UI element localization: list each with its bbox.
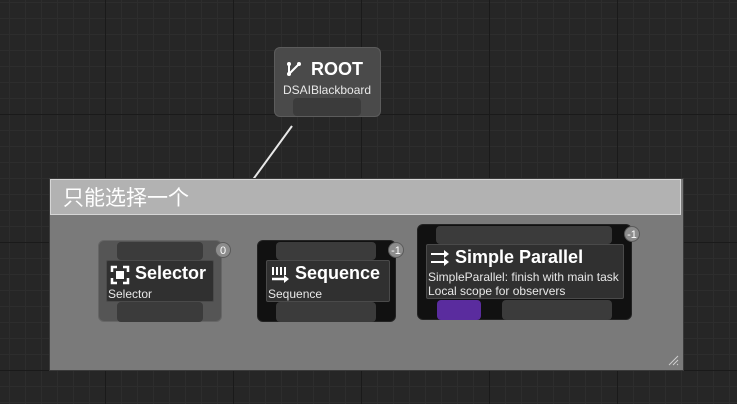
parallel-description-line1: SimpleParallel: finish with main task xyxy=(428,270,619,284)
root-node[interactable]: ROOT DSAIBlackboard xyxy=(274,47,381,117)
sequence-icon xyxy=(272,267,289,283)
parallel-execution-index-badge: -1 xyxy=(624,226,640,242)
comment-title[interactable]: 只能选择一个 xyxy=(50,179,681,215)
simple-parallel-node[interactable]: Simple Parallel SimpleParallel: finish w… xyxy=(417,224,640,320)
selector-output-pin[interactable] xyxy=(117,302,203,322)
sequence-node[interactable]: Sequence Sequence -1 xyxy=(257,240,404,322)
sequence-title: Sequence xyxy=(295,263,381,283)
selector-icon xyxy=(110,265,130,285)
parallel-title: Simple Parallel xyxy=(455,247,584,267)
parallel-description-line2: Local scope for observers xyxy=(428,284,566,298)
resize-handle-icon[interactable] xyxy=(667,354,679,366)
sequence-subtitle: Sequence xyxy=(268,287,323,301)
root-branch-icon xyxy=(287,62,301,76)
parallel-arrows-icon xyxy=(431,250,449,266)
sequence-input-pin[interactable] xyxy=(276,242,376,260)
root-subtitle: DSAIBlackboard xyxy=(283,83,372,97)
sequence-output-pin[interactable] xyxy=(276,302,376,322)
selector-title: Selector xyxy=(135,263,207,283)
selector-node[interactable]: Selector Selector 0 xyxy=(98,240,231,322)
selector-input-pin[interactable] xyxy=(117,242,203,260)
root-output-pin[interactable] xyxy=(293,98,361,116)
sequence-execution-index-badge: -1 xyxy=(388,242,404,258)
parallel-input-pin[interactable] xyxy=(436,226,612,244)
selector-subtitle: Selector xyxy=(108,287,153,301)
root-title: ROOT xyxy=(311,59,363,79)
selector-execution-index-badge: 0 xyxy=(215,242,231,258)
parallel-background-pin[interactable] xyxy=(502,300,612,320)
parallel-main-task-pin[interactable] xyxy=(437,300,481,320)
